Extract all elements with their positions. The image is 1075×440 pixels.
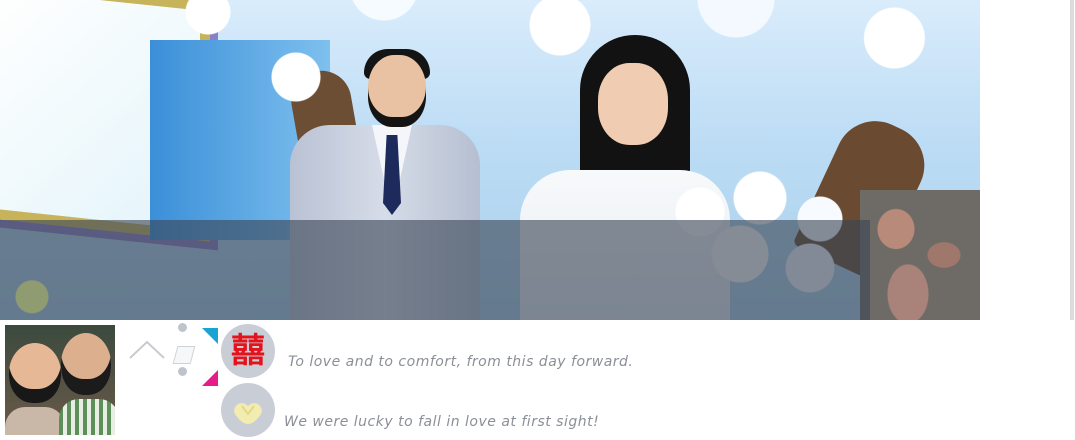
holding-hands-icon — [221, 383, 275, 437]
hands-glyph — [234, 403, 262, 424]
avatar-shirt-left — [5, 407, 65, 435]
dot-icon — [178, 323, 187, 332]
avatar-person-right — [61, 333, 111, 395]
scrollbar-thumb[interactable] — [1070, 0, 1074, 320]
couple-avatar — [5, 325, 115, 435]
ornament-decoration — [0, 262, 80, 320]
avatar-person-left — [9, 343, 61, 403]
message-line-2: We were lucky to fall in love at first s… — [284, 414, 600, 430]
stone-wall — [860, 190, 980, 320]
avatar-shirt-right — [59, 399, 115, 435]
bride-face — [598, 63, 668, 145]
cyan-corner-icon — [202, 328, 218, 344]
double-happiness-glyph: 囍 — [231, 331, 265, 371]
message-line-1: To love and to comfort, from this day fo… — [288, 354, 634, 370]
wedding-banner-photo — [0, 0, 980, 320]
window-outline-icon — [172, 346, 196, 364]
chevron-up-icon[interactable] — [128, 338, 166, 362]
dot-icon — [178, 367, 187, 376]
groom-head — [368, 55, 426, 127]
double-happiness-icon: 囍 — [221, 324, 275, 378]
banner-dark-overlay — [0, 220, 870, 320]
scrollbar[interactable] — [1070, 0, 1074, 320]
magenta-corner-icon — [202, 370, 218, 386]
